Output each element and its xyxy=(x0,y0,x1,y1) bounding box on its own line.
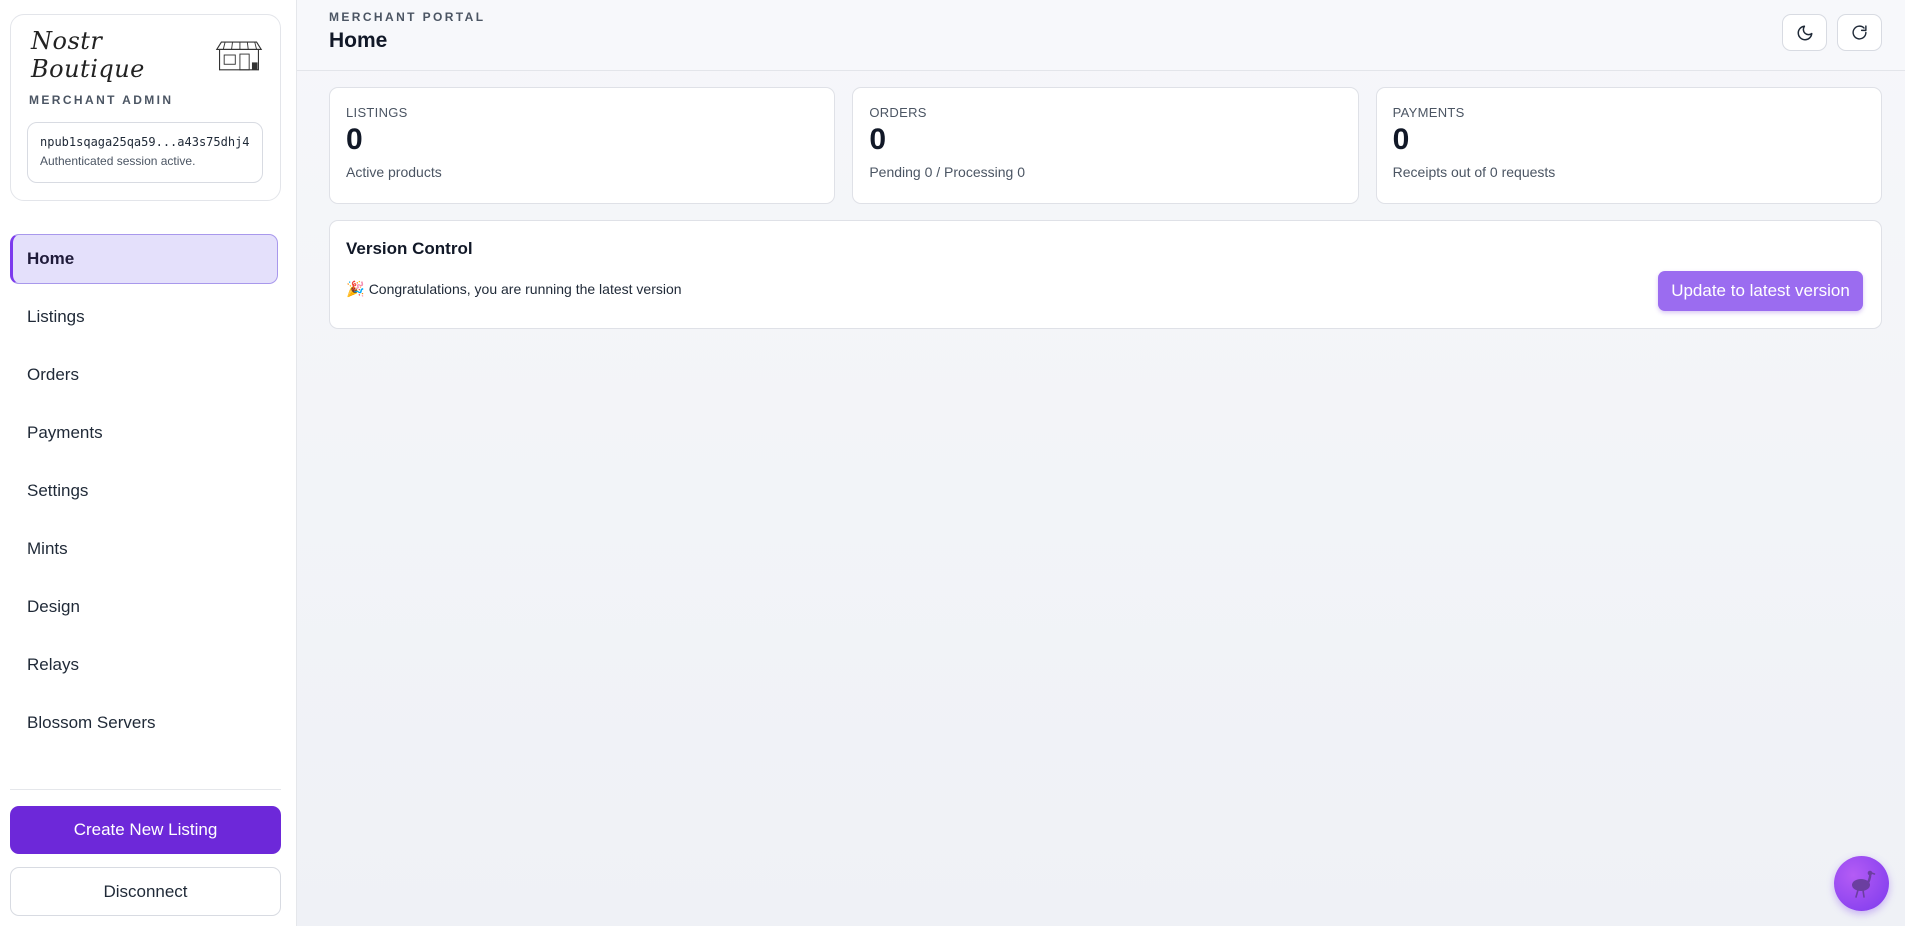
sidebar-item-label: Listings xyxy=(27,307,85,326)
sidebar-nav: Home Listings Orders Payments Settings M… xyxy=(10,234,286,748)
stat-label: LISTINGS xyxy=(346,105,408,120)
session-status: Authenticated session active. xyxy=(40,154,196,168)
version-message: 🎉 Congratulations, you are running the l… xyxy=(346,280,1865,298)
sidebar-item-label: Settings xyxy=(27,481,89,500)
sidebar-item-label: Home xyxy=(27,249,75,268)
party-popper-icon: 🎉 xyxy=(346,281,365,298)
sidebar-item-orders[interactable]: Orders xyxy=(10,350,278,400)
logo: Nostr Boutique xyxy=(27,27,264,83)
stats-row: LISTINGS 0 Active products ORDERS 0 Pend… xyxy=(329,87,1882,204)
page-title: Home xyxy=(329,29,388,52)
sidebar-item-home[interactable]: Home xyxy=(10,234,278,284)
shop-icon xyxy=(215,41,263,71)
sidebar-item-payments[interactable]: Payments xyxy=(10,408,278,458)
sidebar-item-relays[interactable]: Relays xyxy=(10,640,278,690)
sidebar-item-blossom-servers[interactable]: Blossom Servers xyxy=(10,698,278,748)
top-actions xyxy=(1782,14,1882,51)
sidebar: Nostr Boutique MERCHANT ADMIN npub1sqaga… xyxy=(0,0,297,926)
refresh-button[interactable] xyxy=(1837,14,1882,51)
version-control-card: Version Control 🎉 Congratulations, you a… xyxy=(329,220,1882,329)
stat-description: Pending 0 / Processing 0 xyxy=(869,164,1025,180)
refresh-icon xyxy=(1852,25,1867,40)
sidebar-item-label: Payments xyxy=(27,423,103,442)
stat-value: 0 xyxy=(1392,123,1410,156)
stat-description: Receipts out of 0 requests xyxy=(1392,164,1556,180)
version-title: Version Control xyxy=(346,239,473,258)
sidebar-item-mints[interactable]: Mints xyxy=(10,524,278,574)
version-message-text: Congratulations, you are running the lat… xyxy=(368,281,682,297)
logo-text: Nostr Boutique xyxy=(31,27,145,83)
assistant-fab[interactable] xyxy=(1834,856,1889,911)
dashboard: LISTINGS 0 Active products ORDERS 0 Pend… xyxy=(297,71,1905,329)
sidebar-item-label: Orders xyxy=(27,365,79,384)
sidebar-item-label: Relays xyxy=(27,655,79,674)
main-content: MERCHANT PORTAL Home LISTINGS 0 Active p… xyxy=(297,0,1905,926)
stat-label: ORDERS xyxy=(869,105,927,120)
stat-card-payments: PAYMENTS 0 Receipts out of 0 requests xyxy=(1375,87,1882,204)
stat-card-listings: LISTINGS 0 Active products xyxy=(329,87,836,204)
sidebar-item-settings[interactable]: Settings xyxy=(10,466,278,516)
app-root: Nostr Boutique MERCHANT ADMIN npub1sqaga… xyxy=(0,0,1905,926)
moon-icon xyxy=(1797,25,1812,40)
npub-key: npub1sqaga25qa59...a43s75dhj4 xyxy=(40,135,250,149)
brand-card: Nostr Boutique MERCHANT ADMIN npub1sqaga… xyxy=(10,14,281,201)
sidebar-item-label: Design xyxy=(27,597,80,616)
ostrich-icon xyxy=(1851,870,1875,898)
create-listing-button[interactable]: Create New Listing xyxy=(10,806,281,854)
stat-label: PAYMENTS xyxy=(1392,105,1465,120)
sidebar-item-label: Mints xyxy=(27,539,68,558)
sidebar-item-label: Blossom Servers xyxy=(27,713,156,732)
stat-value: 0 xyxy=(869,123,887,156)
disconnect-button[interactable]: Disconnect xyxy=(10,867,281,916)
stat-value: 0 xyxy=(346,123,363,156)
stat-description: Active products xyxy=(346,164,442,180)
topbar: MERCHANT PORTAL Home xyxy=(297,0,1905,71)
stat-card-orders: ORDERS 0 Pending 0 / Processing 0 xyxy=(852,87,1359,204)
npub-box: npub1sqaga25qa59...a43s75dhj4 Authentica… xyxy=(27,122,263,183)
sidebar-footer: Create New Listing Disconnect xyxy=(10,789,281,926)
sidebar-divider xyxy=(10,789,281,790)
theme-toggle-button[interactable] xyxy=(1782,14,1827,51)
brand-subtitle: MERCHANT ADMIN xyxy=(29,93,174,107)
sidebar-item-listings[interactable]: Listings xyxy=(10,292,278,342)
update-version-button[interactable]: Update to latest version xyxy=(1658,271,1863,311)
sidebar-item-design[interactable]: Design xyxy=(10,582,278,632)
portal-eyebrow: MERCHANT PORTAL xyxy=(329,10,486,24)
